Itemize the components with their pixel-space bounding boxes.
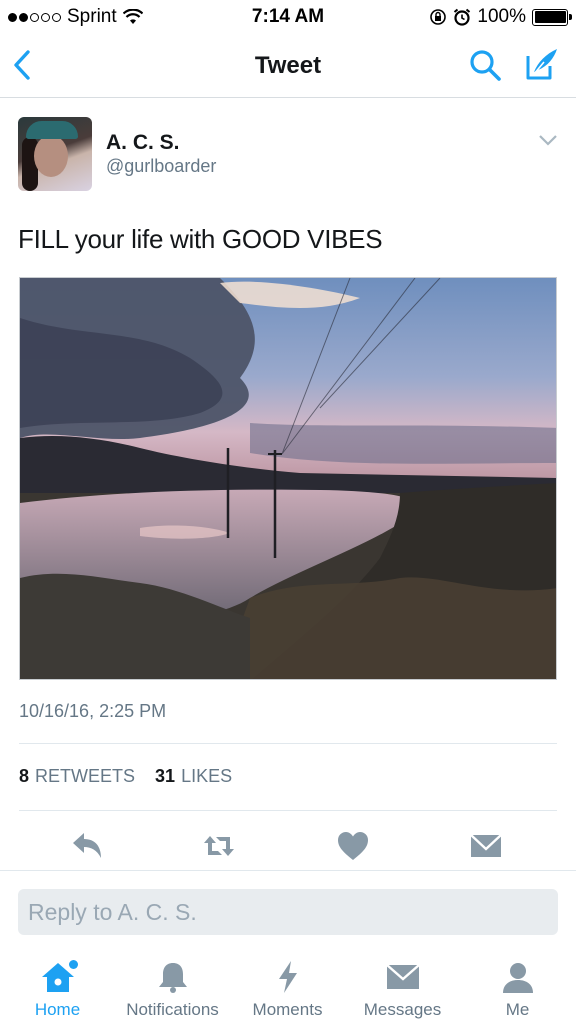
- rotation-lock-icon: [430, 9, 447, 25]
- tweet-text: FILL your life with GOOD VIBES: [18, 224, 383, 254]
- tab-moments[interactable]: Moments: [230, 960, 345, 1020]
- tweet-stats: 8 RETWEETS 31 LIKES: [19, 766, 232, 787]
- sunset-landscape-image: [20, 278, 556, 679]
- tab-bar: Home Notifications Moments Messages Me: [0, 950, 576, 1024]
- tab-home[interactable]: Home: [0, 960, 115, 1020]
- divider: [19, 810, 557, 811]
- battery-icon: [532, 8, 572, 26]
- likes-count[interactable]: 31: [155, 766, 175, 787]
- reply-input[interactable]: Reply to A. C. S.: [18, 889, 558, 935]
- compose-icon[interactable]: [524, 46, 560, 82]
- search-icon[interactable]: [468, 48, 504, 84]
- tab-notifications-label: Notifications: [126, 1000, 219, 1019]
- reply-icon[interactable]: [69, 828, 105, 864]
- tweet-actions: [0, 826, 576, 866]
- envelope-icon: [385, 960, 421, 994]
- direct-message-icon[interactable]: [468, 828, 504, 864]
- person-icon: [500, 960, 536, 994]
- tab-me-label: Me: [505, 1000, 530, 1019]
- alarm-icon: [454, 8, 471, 26]
- status-bar: Sprint 7:14 AM 100%: [0, 0, 576, 34]
- retweet-icon[interactable]: [201, 828, 237, 864]
- navigation-bar: Tweet: [0, 34, 576, 98]
- reply-area: Reply to A. C. S.: [0, 870, 576, 940]
- tweet-author[interactable]: A. C. S. @gurlboarder: [18, 117, 558, 191]
- home-icon: [40, 960, 78, 994]
- tab-moments-label: Moments: [252, 1000, 323, 1019]
- status-right: 100%: [429, 6, 572, 28]
- chevron-down-icon[interactable]: [538, 133, 558, 147]
- tweet-photo[interactable]: [19, 277, 557, 680]
- like-heart-icon[interactable]: [335, 828, 371, 864]
- tab-me[interactable]: Me: [460, 960, 575, 1020]
- lightning-icon: [270, 960, 306, 994]
- back-chevron-icon[interactable]: [10, 48, 34, 82]
- avatar[interactable]: [18, 117, 92, 191]
- tab-messages[interactable]: Messages: [345, 960, 460, 1020]
- author-name[interactable]: A. C. S.: [106, 131, 180, 155]
- divider: [19, 743, 557, 744]
- retweets-label[interactable]: RETWEETS: [35, 766, 135, 787]
- tab-notifications[interactable]: Notifications: [115, 960, 230, 1020]
- bell-icon: [155, 960, 191, 994]
- likes-label[interactable]: LIKES: [181, 766, 232, 787]
- battery-percent: 100%: [477, 6, 526, 27]
- retweets-count[interactable]: 8: [19, 766, 29, 787]
- tweet-timestamp: 10/16/16, 2:25 PM: [19, 701, 167, 721]
- tab-home-label: Home: [34, 1000, 81, 1019]
- author-handle[interactable]: @gurlboarder: [106, 156, 216, 177]
- tab-messages-label: Messages: [363, 1000, 442, 1019]
